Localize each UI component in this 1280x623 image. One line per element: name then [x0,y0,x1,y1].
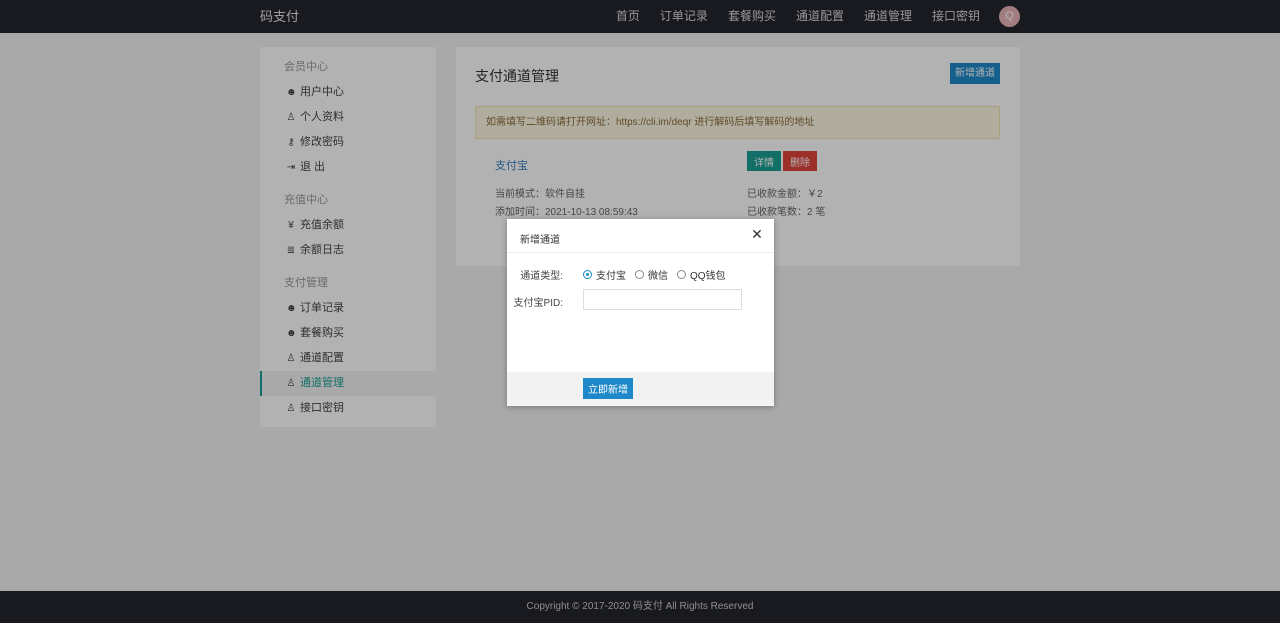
channel-type-radio-group: 支付宝 微信 QQ钱包 [583,267,735,282]
close-icon[interactable]: ✕ [750,227,764,241]
submit-button[interactable]: 立即新增 [583,378,633,399]
channel-type-label: 通道类型: [520,271,563,282]
radio-wechat[interactable]: 微信 [635,267,668,282]
radio-qq-wallet[interactable]: QQ钱包 [677,267,726,282]
pid-label: 支付宝PID: [513,298,563,309]
radio-label: QQ钱包 [690,271,726,282]
radio-label: 微信 [648,271,668,282]
modal-header: 新增通道 ✕ [507,219,774,253]
radio-alipay[interactable]: 支付宝 [583,267,626,282]
modal-footer: 立即新增 [507,372,774,406]
radio-label: 支付宝 [596,271,626,282]
add-channel-modal: 新增通道 ✕ 通道类型: 支付宝 微信 QQ钱包 支付宝PID: 立即新增 [507,219,774,406]
radio-checked-icon[interactable] [583,270,592,279]
radio-unchecked-icon[interactable] [635,270,644,279]
modal-title: 新增通道 [520,235,560,246]
radio-unchecked-icon[interactable] [677,270,686,279]
pid-input[interactable] [583,289,742,310]
